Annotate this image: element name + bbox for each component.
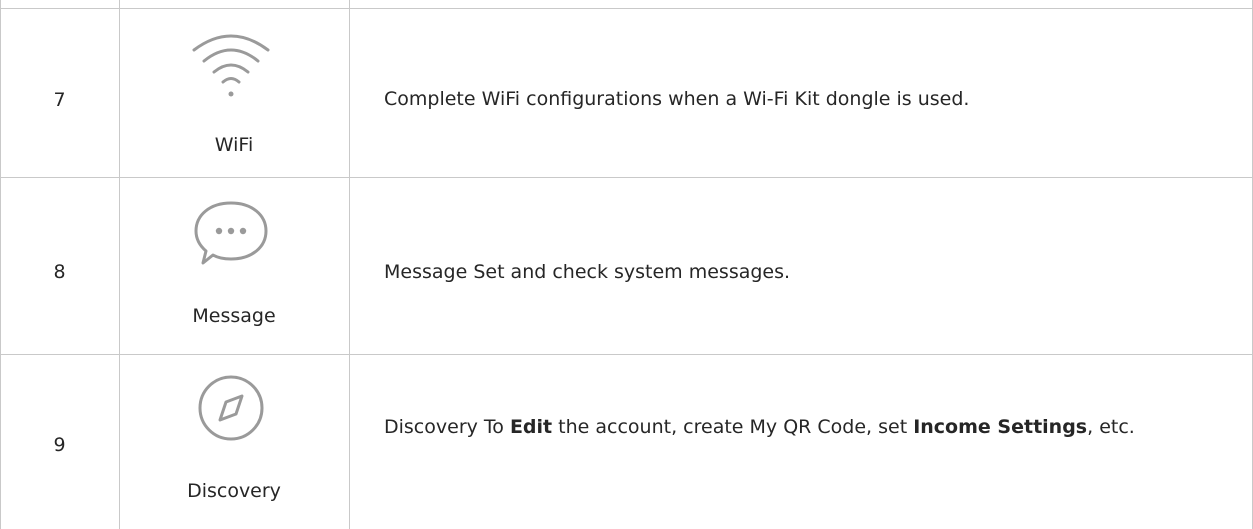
description-text: , etc. [1087, 416, 1135, 438]
icon-label-wifi: WiFi [214, 134, 254, 156]
row-number: 8 [53, 261, 66, 283]
row-number: 7 [53, 89, 66, 111]
icon-label-message: Message [192, 305, 276, 327]
description-text: Discovery To [384, 416, 510, 438]
table-row: 9 Discovery Discovery To Edit the accoun… [0, 354, 1253, 529]
feature-table: 7 WiFi Complete WiFi configurations when… [0, 0, 1253, 529]
icon-label-discovery: Discovery [187, 480, 281, 502]
wifi-icon [192, 34, 270, 97]
table-row: 8 Message Message Set and check system m… [0, 177, 1253, 354]
table-row: 7 WiFi Complete WiFi configurations when… [0, 8, 1253, 177]
row-number: 9 [53, 434, 66, 456]
row-description: Complete WiFi configurations when a Wi-F… [384, 88, 970, 110]
description-text: the account, create My QR Code, set [552, 416, 914, 438]
compass-icon [198, 375, 264, 441]
income-settings-term: Income Settings [913, 416, 1088, 438]
row-description: Discovery To Edit the account, create My… [384, 411, 1224, 443]
row-description: Message Set and check system messages. [384, 261, 791, 283]
edit-term: Edit [509, 416, 553, 438]
message-bubble-icon [194, 201, 268, 265]
